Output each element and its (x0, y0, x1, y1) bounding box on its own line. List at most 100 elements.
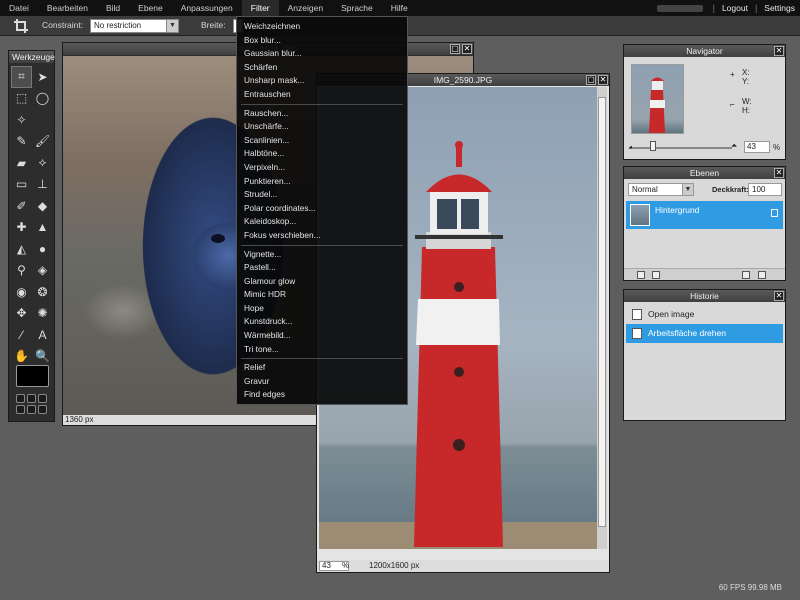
red-eye-tool-icon[interactable]: ◉ (11, 281, 32, 303)
hand-tool-icon[interactable]: ✋ (11, 346, 32, 368)
palette-button[interactable] (16, 394, 25, 403)
settings-link[interactable]: Settings (759, 3, 800, 13)
move-tool-icon[interactable]: ➤ (32, 66, 53, 88)
menu-item[interactable]: Find edges (237, 388, 407, 402)
wand-tool-icon[interactable]: ✧ (11, 109, 32, 131)
menu-item[interactable]: Scanlinien... (237, 134, 407, 148)
menu-item[interactable]: Gravur (237, 375, 407, 389)
gradient-tool-icon[interactable]: ▭ (11, 174, 32, 196)
stamp-tool-icon[interactable]: ⊥ (32, 174, 53, 196)
close-button[interactable]: ✕ (598, 75, 608, 85)
layer-settings-icon[interactable] (637, 271, 645, 279)
opacity-select[interactable]: 100 (748, 183, 782, 196)
zoom-in-icon[interactable]: ⏶ (731, 141, 737, 151)
drawing-tool-icon[interactable]: ✐ (11, 195, 32, 217)
color-swatch[interactable] (16, 365, 49, 387)
close-button[interactable]: ✕ (462, 44, 472, 54)
shape-tool-icon[interactable]: ◆ (32, 195, 53, 217)
menu-item[interactable]: Fokus verschieben... (237, 229, 407, 243)
menu-item[interactable]: Rauschen... (237, 107, 407, 121)
maximize-button[interactable]: ▢ (586, 75, 596, 85)
palette-button[interactable] (16, 405, 25, 414)
eraser-tool-icon[interactable]: ▰ (11, 152, 32, 174)
menu-item[interactable]: Unsharp mask... (237, 74, 407, 88)
brush-tool-icon[interactable]: 🖌 (32, 131, 53, 153)
menu-sprache[interactable]: Sprache (332, 0, 382, 16)
burn-tool-icon[interactable]: ◈ (32, 260, 53, 282)
logout-link[interactable]: Logout (717, 3, 753, 13)
pencil-tool-icon[interactable]: ✎ (11, 131, 32, 153)
menu-item[interactable]: Punktieren... (237, 175, 407, 189)
zoom-tool-icon[interactable]: 🔍 (32, 346, 53, 368)
menu-filter[interactable]: Filter (241, 0, 279, 16)
marquee-tool-icon[interactable]: ⬚ (11, 88, 32, 110)
replace-color-tool-icon[interactable]: ⟡ (32, 152, 53, 174)
menu-item[interactable]: Verpixeln... (237, 161, 407, 175)
menu-item[interactable]: Strudel... (237, 188, 407, 202)
sharpen-tool-icon[interactable]: ◭ (11, 238, 32, 260)
menu-item[interactable]: Relief (237, 361, 407, 375)
menu-item[interactable]: Glamour glow (237, 275, 407, 289)
menu-item[interactable]: Gaussian blur... (237, 47, 407, 61)
menu-item[interactable]: Polar coordinates... (237, 202, 407, 216)
menu-item[interactable]: Pastell... (237, 261, 407, 275)
zoom-input[interactable]: 43 (744, 141, 770, 153)
menu-anzeigen[interactable]: Anzeigen (279, 0, 332, 16)
menu-bearbeiten[interactable]: Bearbeiten (38, 0, 97, 16)
close-button[interactable]: ✕ (774, 168, 784, 178)
crop-tool-icon[interactable]: ⌗ (11, 66, 32, 88)
palette-button[interactable] (27, 394, 36, 403)
zoom-slider[interactable] (632, 147, 732, 149)
menu-item[interactable]: Halbtöne... (237, 147, 407, 161)
account-links: | Logout | Settings (656, 0, 800, 16)
pinch-tool-icon[interactable]: ✥ (11, 303, 32, 325)
menu-item[interactable]: Hope (237, 302, 407, 316)
color-replace-tool-icon[interactable]: ✺ (32, 303, 53, 325)
menu-item[interactable]: Wärmebild... (237, 329, 407, 343)
palette-button[interactable] (38, 394, 47, 403)
chevron-down-icon: ▼ (166, 20, 178, 32)
menu-anpassungen[interactable]: Anpassungen (172, 0, 242, 16)
maximize-button[interactable]: ▢ (450, 44, 460, 54)
menu-bild[interactable]: Bild (97, 0, 129, 16)
menu-item[interactable]: Unschärfe... (237, 120, 407, 134)
text-tool-icon[interactable]: A (32, 324, 53, 346)
menu-item[interactable]: Box blur... (237, 34, 407, 48)
zoom-lens-tool-icon[interactable]: ⚲ (11, 260, 32, 282)
spot-heal-tool-icon[interactable]: ✚ (11, 217, 32, 239)
menu-datei[interactable]: Datei (0, 0, 38, 16)
close-button[interactable]: ✕ (774, 291, 784, 301)
navigator-thumbnail[interactable] (631, 64, 684, 134)
eyedropper-tool-icon[interactable]: ⁄ (11, 324, 32, 346)
menu-item[interactable]: Entrauschen (237, 88, 407, 102)
lasso-tool-icon[interactable]: ◯ (32, 88, 53, 110)
menu-item[interactable]: Tri tone... (237, 343, 407, 357)
menu-item[interactable]: Mimic HDR (237, 288, 407, 302)
layer-mask-icon[interactable] (652, 271, 660, 279)
menu-item[interactable]: Vignette... (237, 248, 407, 262)
constraint-select[interactable]: No restriction ▼ (90, 19, 179, 33)
scrollbar-thumb[interactable] (598, 97, 606, 527)
palette-button[interactable] (38, 405, 47, 414)
smudge-tool-icon[interactable]: ● (32, 238, 53, 260)
history-item[interactable]: Arbeitsfläche drehen (626, 324, 783, 343)
vertical-scrollbar[interactable] (597, 87, 607, 549)
menu-item[interactable]: Schärfen (237, 61, 407, 75)
menu-ebene[interactable]: Ebene (129, 0, 172, 16)
layer-row[interactable]: Hintergrund (626, 201, 783, 229)
zoom-value: 43 (747, 142, 756, 151)
new-layer-icon[interactable] (742, 271, 750, 279)
menu-item[interactable]: Weichzeichnen (237, 20, 407, 34)
blur-tool-icon[interactable]: ▲ (32, 217, 53, 239)
palette-button[interactable] (27, 405, 36, 414)
zoom-slider-handle[interactable] (650, 141, 656, 151)
history-item[interactable]: Open image (626, 305, 783, 324)
panel-title: Historie (624, 290, 785, 302)
menu-item[interactable]: Kunstdruck... (237, 315, 407, 329)
close-button[interactable]: ✕ (774, 46, 784, 56)
menu-item[interactable]: Kaleidoskop... (237, 215, 407, 229)
bloat-tool-icon[interactable]: ❂ (32, 281, 53, 303)
menu-hilfe[interactable]: Hilfe (382, 0, 417, 16)
blend-mode-select[interactable]: Normal ▼ (628, 183, 694, 196)
trash-icon[interactable] (758, 271, 766, 279)
